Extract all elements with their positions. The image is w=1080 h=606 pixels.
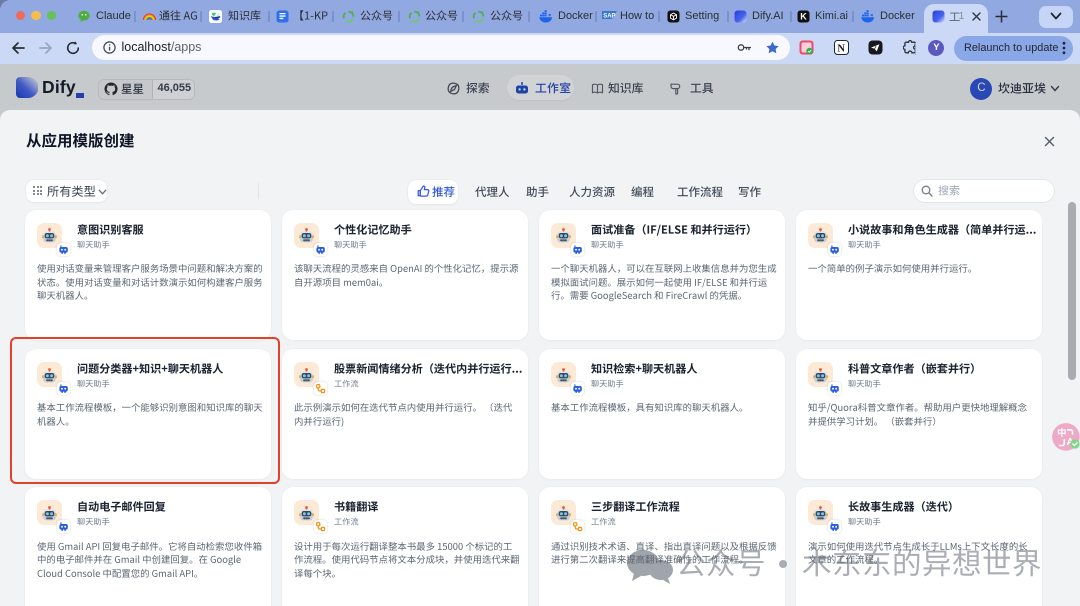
svg-text:N: N — [837, 43, 845, 54]
svg-text:SAP: SAP — [603, 13, 615, 19]
svg-text:K: K — [800, 11, 807, 21]
